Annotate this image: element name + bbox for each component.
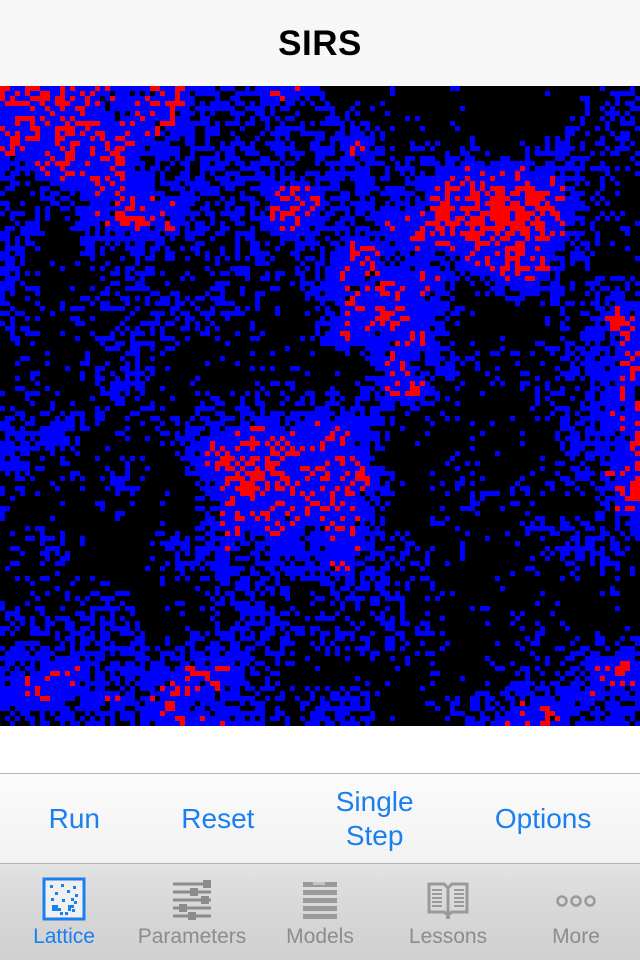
page-title: SIRS <box>278 23 362 63</box>
single-step-button[interactable]: Single Step <box>330 785 420 852</box>
tab-lessons[interactable]: Lessons <box>384 864 512 960</box>
action-toolbar: Run Reset Single Step Options <box>0 773 640 864</box>
tab-lattice[interactable]: Lattice <box>0 864 128 960</box>
tab-label-more: More <box>552 925 600 948</box>
content-spacer <box>0 726 640 773</box>
ellipsis-circles-icon <box>548 874 604 924</box>
tab-label-parameters: Parameters <box>137 925 247 948</box>
navigation-bar: SIRS <box>0 0 640 86</box>
app-root: SIRS Run Reset Single Step Options Latti… <box>0 0 640 960</box>
run-button[interactable]: Run <box>43 802 106 836</box>
tab-label-models: Models <box>286 925 354 948</box>
reset-button[interactable]: Reset <box>175 802 260 836</box>
tab-label-lattice: Lattice <box>33 925 95 948</box>
open-book-icon <box>420 874 476 924</box>
lattice-canvas[interactable] <box>0 86 640 726</box>
sliders-icon <box>164 874 220 924</box>
tab-bar: Lattice Parameters Models Lessons More <box>0 864 640 960</box>
tab-label-lessons: Lessons <box>408 925 488 948</box>
options-button[interactable]: Options <box>489 802 598 836</box>
lattice-simulation-view[interactable] <box>0 86 640 726</box>
lattice-grid-icon <box>36 874 92 924</box>
list-lines-icon <box>292 874 348 924</box>
tab-models[interactable]: Models <box>256 864 384 960</box>
tab-parameters[interactable]: Parameters <box>128 864 256 960</box>
tab-more[interactable]: More <box>512 864 640 960</box>
